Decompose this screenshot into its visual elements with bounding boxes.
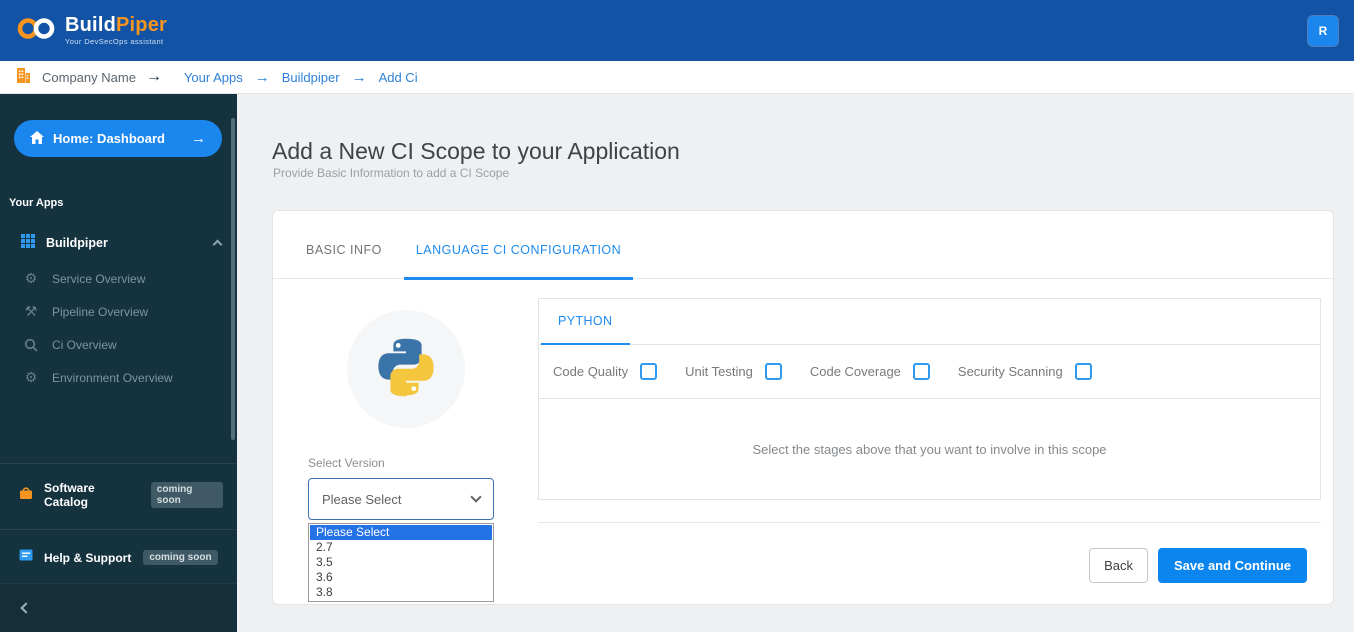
sidebar-item-label: Environment Overview <box>52 370 173 385</box>
sidebar-item-environment-overview[interactable]: ⚙ Environment Overview <box>0 361 237 394</box>
sidebar-scrollbar[interactable] <box>231 118 235 440</box>
version-select-value: Please Select <box>322 491 402 507</box>
brand-piper: Piper <box>116 14 168 37</box>
stage-security-scanning: Security Scanning <box>958 363 1092 380</box>
chevron-down-icon <box>470 491 482 503</box>
sidebar-item-label: Software Catalog <box>44 481 95 509</box>
stage-label: Security Scanning <box>957 364 1063 379</box>
sidebar-item-label: Help & Support <box>44 550 132 565</box>
main-content: Add a New CI Scope to your Application P… <box>237 94 1354 632</box>
gear-icon: ⚙ <box>24 369 38 385</box>
brand-text: BuildPiper Your DevSecOps assistant <box>65 15 167 46</box>
dropdown-option[interactable]: 2.7 <box>309 540 493 555</box>
gear-icon: ⚙ <box>24 270 38 286</box>
breadcrumb-arrow-icon: → <box>254 68 270 86</box>
breadcrumb: Company Name → Your Apps → Buildpiper → … <box>0 61 1354 94</box>
ci-scope-card: BASIC INFO LANGUAGE CI CONFIGURATION Sel… <box>272 210 1334 605</box>
app-window: BuildPiper Your DevSecOps assistant R Co… <box>0 0 1354 632</box>
home-dashboard-label: Home: Dashboard <box>53 131 165 146</box>
stage-code-coverage: Code Coverage <box>810 363 930 380</box>
footer-divider <box>538 522 1321 523</box>
sidebar-item-label: Pipeline Overview <box>52 304 149 319</box>
stage-label: Code Quality <box>553 364 629 379</box>
stages-panel: PYTHON Code Quality Unit Testing Code Co… <box>538 279 1333 604</box>
sidebar-item-label: Buildpiper <box>46 235 108 250</box>
select-version-label: Select Version <box>308 456 385 470</box>
stage-code-quality: Code Quality <box>553 363 658 380</box>
sidebar-item-service-overview[interactable]: ⚙ Service Overview <box>0 262 237 295</box>
card-tabs: BASIC INFO LANGUAGE CI CONFIGURATION <box>273 211 1333 280</box>
security-scanning-checkbox[interactable] <box>1074 363 1092 380</box>
arrow-right-icon: → <box>191 130 206 147</box>
stage-hint-text: Select the stages above that you want to… <box>752 441 1107 457</box>
user-avatar[interactable]: R <box>1308 15 1338 46</box>
chevron-left-icon <box>20 602 32 614</box>
breadcrumb-arrow-icon: → <box>145 68 162 85</box>
footer-actions: Back Save and Continue <box>538 548 1333 583</box>
sidebar-item-pipeline-overview[interactable]: ⚒ Pipeline Overview <box>0 295 237 328</box>
card-body: Select Version Please Select Please Sele… <box>273 279 1333 604</box>
stage-unit-testing: Unit Testing <box>685 363 782 380</box>
code-coverage-checkbox[interactable] <box>912 363 930 380</box>
language-tabs: PYTHON <box>539 299 1320 345</box>
sidebar-item-software-catalog[interactable]: Software Catalog coming soon <box>0 463 237 526</box>
sidebar-item-ci-overview[interactable]: Ci Overview <box>0 328 237 361</box>
coming-soon-badge: coming soon <box>143 550 218 565</box>
sidebar-submenu: ⚙ Service Overview ⚒ Pipeline Overview C… <box>0 262 237 394</box>
stage-config-box: PYTHON Code Quality Unit Testing Code Co… <box>538 298 1321 500</box>
brand-logo[interactable]: BuildPiper Your DevSecOps assistant <box>16 15 167 47</box>
home-dashboard-button[interactable]: Home: Dashboard → <box>14 120 222 157</box>
sidebar-item-buildpiper[interactable]: Buildpiper <box>0 226 237 259</box>
page-subtitle: Provide Basic Information to add a CI Sc… <box>273 166 510 180</box>
breadcrumb-your-apps[interactable]: Your Apps <box>184 70 243 85</box>
company-building-icon <box>14 66 33 88</box>
language-panel: Select Version Please Select Please Sele… <box>273 279 538 604</box>
sidebar-section-your-apps: Your Apps <box>9 197 64 209</box>
page-title: Add a New CI Scope to your Application <box>272 138 680 164</box>
version-select[interactable]: Please Select <box>308 478 494 520</box>
top-bar: BuildPiper Your DevSecOps assistant R <box>0 0 1354 61</box>
language-logo-circle <box>346 310 465 428</box>
tab-basic-info[interactable]: BASIC INFO <box>294 243 394 278</box>
breadcrumb-buildpiper[interactable]: Buildpiper <box>282 70 340 85</box>
catalog-bag-icon <box>18 485 34 506</box>
stage-checkbox-row: Code Quality Unit Testing Code Coverage <box>539 345 1320 399</box>
dropdown-option[interactable]: 3.5 <box>309 555 493 570</box>
tab-python[interactable]: PYTHON <box>541 299 630 345</box>
back-button[interactable]: Back <box>1089 548 1148 583</box>
brand-build: Build <box>65 14 116 37</box>
dropdown-option[interactable]: 3.6 <box>309 570 493 585</box>
code-quality-checkbox[interactable] <box>640 363 658 380</box>
sidebar-item-help-support[interactable]: Help & Support coming soon <box>0 529 237 585</box>
help-card-icon <box>18 547 34 568</box>
sidebar-item-label: Ci Overview <box>52 337 117 352</box>
stage-label: Unit Testing <box>685 364 753 379</box>
dropdown-option[interactable]: Please Select <box>310 525 492 540</box>
coming-soon-badge: coming soon <box>150 482 223 508</box>
sidebar-collapse-button[interactable] <box>0 583 237 632</box>
save-and-continue-button[interactable]: Save and Continue <box>1157 548 1307 583</box>
unit-testing-checkbox[interactable] <box>764 363 782 380</box>
brand-tagline: Your DevSecOps assistant <box>65 37 164 47</box>
stage-label: Code Coverage <box>809 364 901 379</box>
sidebar: Home: Dashboard → Your Apps Buildpiper ⚙ <box>0 94 237 632</box>
grid-icon <box>21 234 35 251</box>
search-icon <box>23 338 39 352</box>
breadcrumb-arrow-icon: → <box>351 68 367 86</box>
python-logo-icon <box>373 334 439 405</box>
stage-hint-area: Select the stages above that you want to… <box>539 399 1320 499</box>
chevron-up-icon <box>212 239 223 250</box>
tools-icon: ⚒ <box>24 303 38 319</box>
tab-language-ci-configuration[interactable]: LANGUAGE CI CONFIGURATION <box>403 243 634 280</box>
sidebar-item-label: Service Overview <box>52 271 146 286</box>
infinity-logo-icon <box>16 15 56 47</box>
breadcrumb-add-ci[interactable]: Add Ci <box>379 70 418 85</box>
home-icon <box>30 130 44 147</box>
version-dropdown-list: Please Select 2.7 3.5 3.6 3.8 <box>308 523 494 602</box>
breadcrumb-company: Company Name <box>42 69 136 85</box>
dropdown-option[interactable]: 3.8 <box>309 585 493 600</box>
